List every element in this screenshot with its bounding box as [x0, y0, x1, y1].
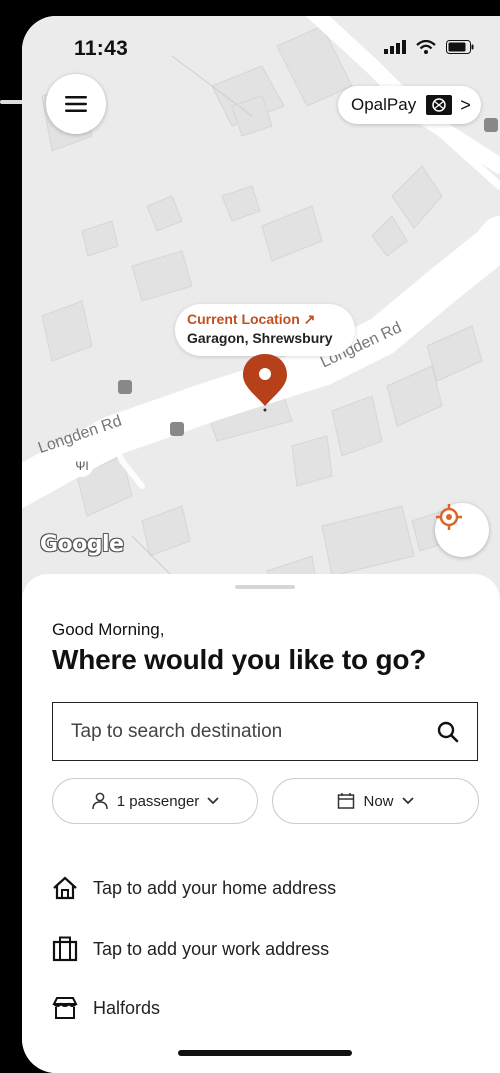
opal-card-icon: [426, 95, 453, 115]
current-location-label: Current Location ↗: [187, 311, 316, 327]
bottom-sheet: Good Morning, Where would you like to go…: [22, 574, 500, 1073]
chevron-down-icon: [401, 797, 414, 805]
search-placeholder: Tap to search destination: [71, 720, 283, 742]
search-input[interactable]: Tap to search destination: [52, 702, 478, 761]
chevron-down-icon: [207, 797, 219, 805]
store-icon: [52, 997, 78, 1019]
work-address-row[interactable]: Tap to add your work address: [52, 936, 329, 962]
passenger-label: 1 passenger: [116, 792, 200, 810]
bus-stop-icon: [118, 380, 132, 394]
signal-icon: [384, 40, 406, 54]
google-attribution: Google: [40, 532, 124, 557]
current-location-place: Garagon, Shrewsbury: [187, 330, 333, 346]
home-indicator: [178, 1050, 352, 1056]
recenter-button[interactable]: [435, 503, 489, 557]
briefcase-icon: [52, 936, 78, 962]
bus-stop-icon: [484, 118, 498, 132]
chevron-right-icon: >: [460, 94, 471, 115]
recent-place-label: Halfords: [93, 997, 161, 1018]
current-location-card[interactable]: Current Location ↗ Garagon, Shrewsbury: [175, 304, 355, 356]
home-address-label: Tap to add your home address: [93, 877, 337, 898]
device-frame: Longden Rd Longden Rd ΨΙ Current Locatio…: [0, 0, 500, 1073]
status-icons: [384, 40, 474, 54]
search-icon: [437, 721, 459, 742]
recent-place-row[interactable]: Halfords: [52, 996, 160, 1020]
greeting-text: Good Morning,: [52, 620, 165, 639]
calendar-icon: [338, 793, 355, 809]
opalpay-button[interactable]: OpalPay >: [338, 86, 481, 124]
menu-button[interactable]: [46, 74, 106, 134]
home-address-row[interactable]: Tap to add your home address: [52, 876, 336, 900]
hamburger-icon: [65, 96, 87, 112]
restaurant-icon: ΨΙ: [71, 455, 93, 477]
bus-stop-icon: [170, 422, 184, 436]
status-time: 11:43: [74, 37, 129, 60]
sheet-grabber[interactable]: [235, 585, 295, 589]
page-title: Where would you like to go?: [52, 644, 427, 675]
home-icon: [53, 876, 77, 900]
passenger-selector[interactable]: 1 passenger: [52, 778, 258, 824]
battery-icon: [446, 40, 474, 54]
person-icon: [91, 792, 108, 810]
opalpay-label: OpalPay: [351, 95, 417, 114]
location-pin-icon: [243, 354, 287, 412]
crosshair-icon: [436, 504, 462, 530]
work-address-label: Tap to add your work address: [93, 938, 330, 959]
app-screen: Longden Rd Longden Rd ΨΙ Current Locatio…: [22, 16, 500, 1073]
time-label: Now: [363, 792, 394, 810]
wifi-icon: [416, 40, 436, 54]
time-selector[interactable]: Now: [272, 778, 479, 824]
